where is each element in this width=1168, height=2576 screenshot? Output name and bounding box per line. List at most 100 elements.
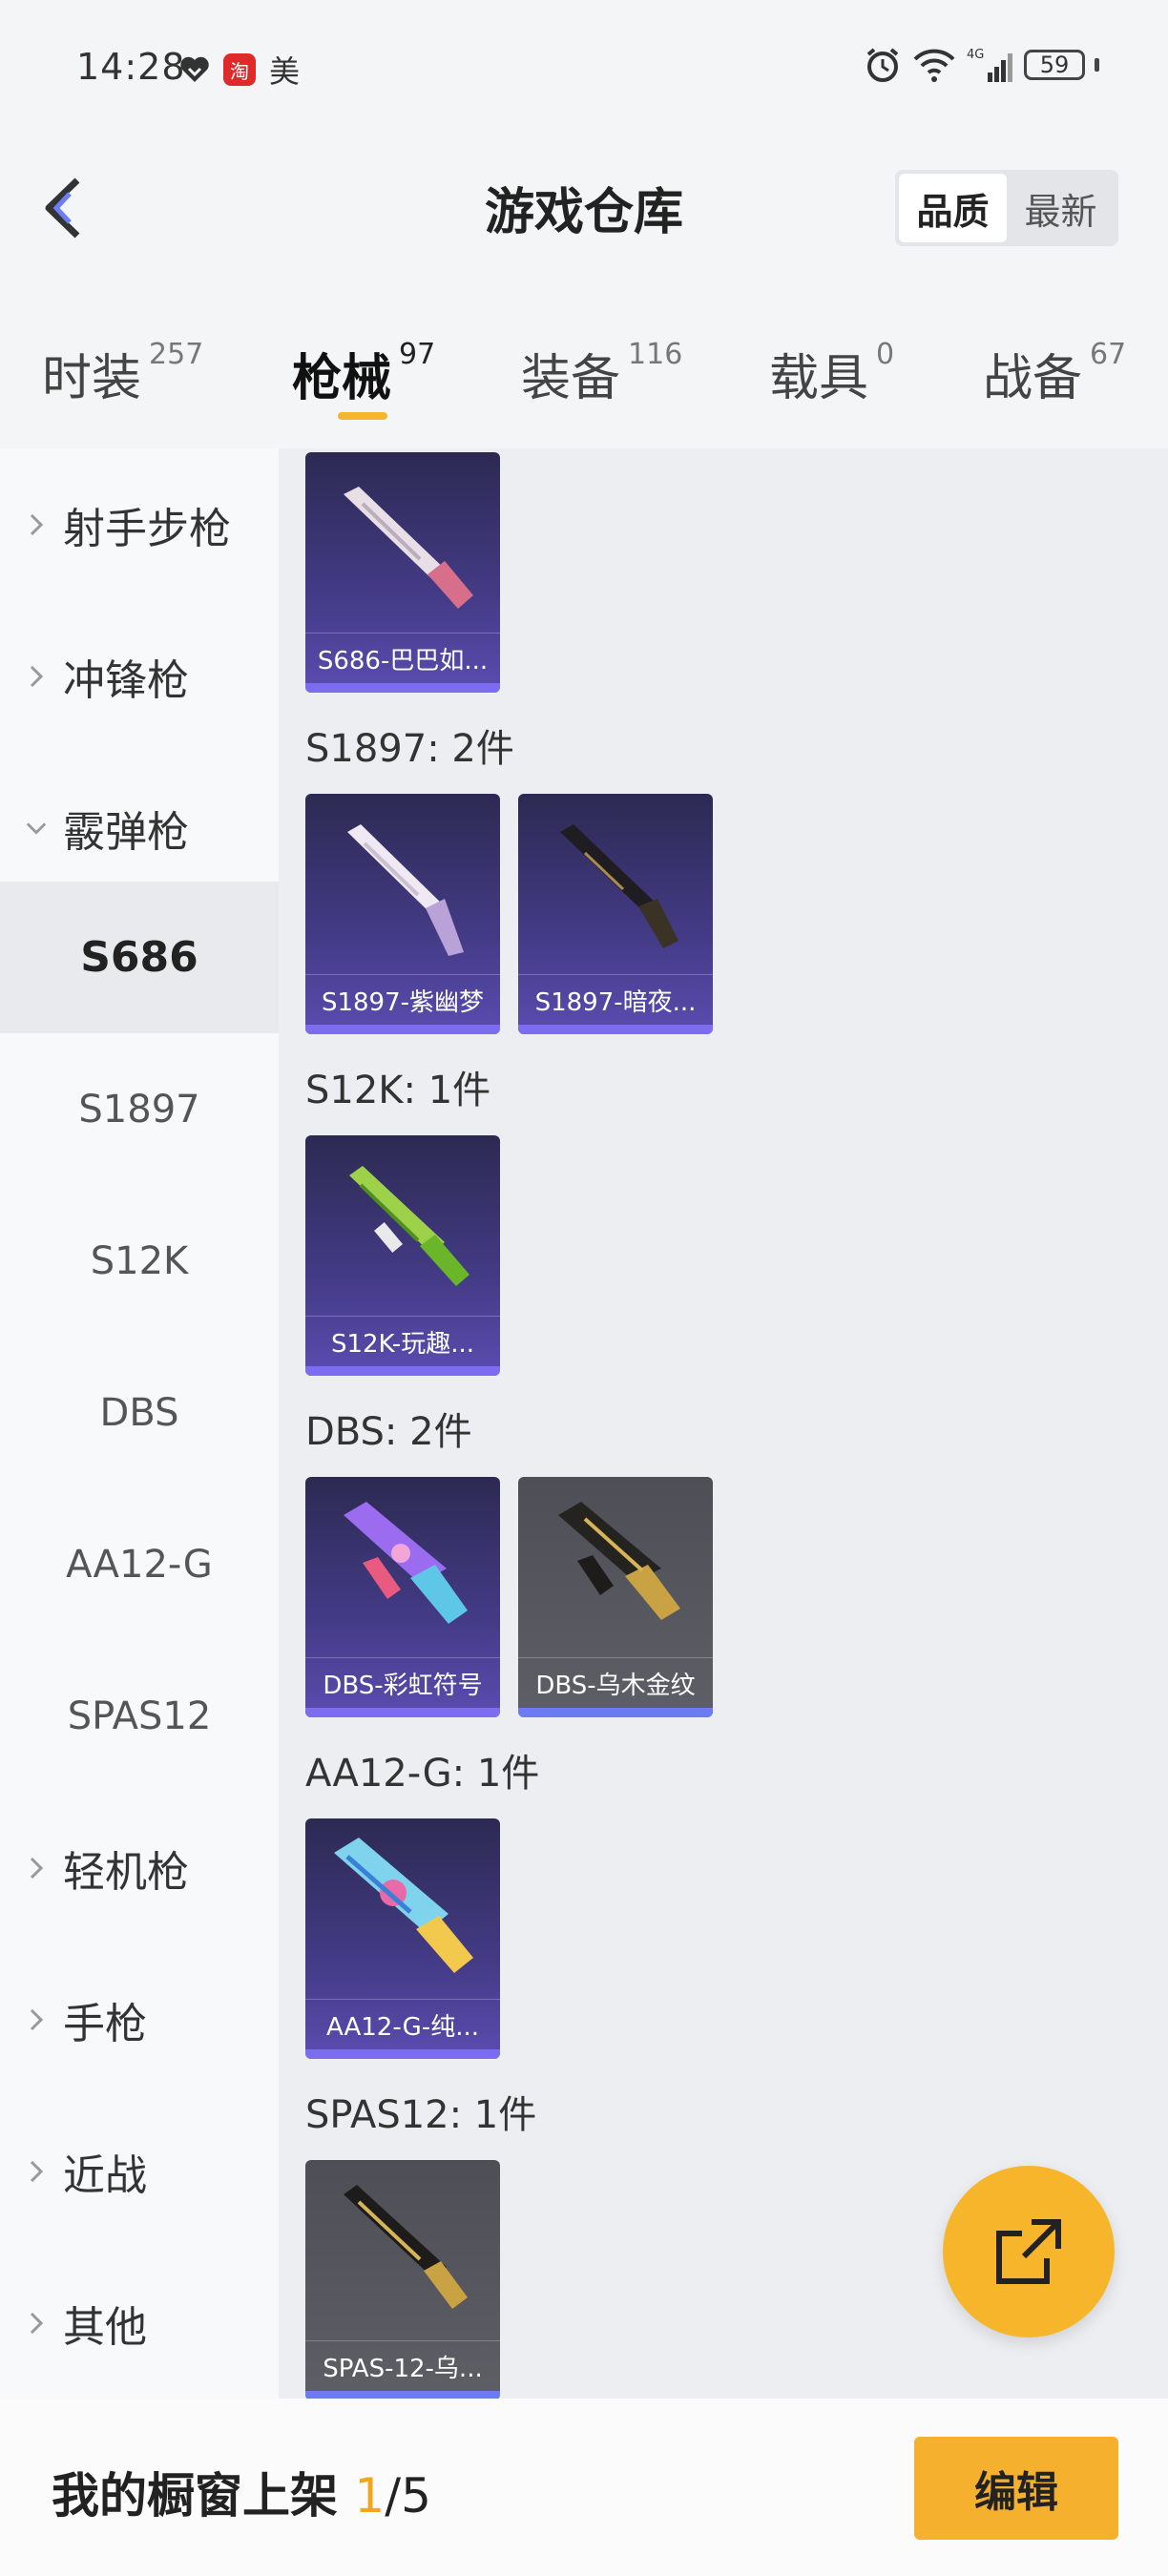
item-caption: AA12-G-纯... <box>305 1999 500 2049</box>
header: 游戏仓库 品质 最新 <box>0 118 1168 300</box>
sidebar-item-melee[interactable]: 近战 <box>0 2095 279 2247</box>
group-title: AA12-G: 1件 <box>305 1752 540 1796</box>
item-grid: S686-巴巴如... S1897: 2件 S1897-紫幽梦 S1897-暗夜… <box>279 448 1168 2399</box>
tab-count: 97 <box>399 338 436 371</box>
edit-button[interactable]: 编辑 <box>914 2437 1118 2540</box>
sidebar-item-label: 手枪 <box>63 1999 147 2048</box>
tab-fashion[interactable]: 时装 257 <box>42 338 203 409</box>
alarm-icon <box>866 48 899 82</box>
sidebar-item-pistol[interactable]: 手枪 <box>0 1943 279 2095</box>
sidebar-item-other[interactable]: 其他 <box>0 2247 279 2399</box>
tab-label: 时装 <box>42 350 142 407</box>
chevron-down-icon <box>25 821 48 836</box>
item-caption: S686-巴巴如... <box>305 633 500 683</box>
item-card[interactable]: S1897-紫幽梦 <box>305 794 500 1034</box>
item-card[interactable]: S686-巴巴如... <box>305 452 500 693</box>
rarity-bar <box>518 1708 713 1717</box>
item-caption: S1897-暗夜... <box>518 974 713 1025</box>
sidebar-subitem-s1897[interactable]: S1897 <box>0 1033 279 1185</box>
shotgun-green-icon <box>349 1166 469 1286</box>
item-card[interactable]: DBS-乌木金纹 <box>518 1477 713 1717</box>
shotgun-black-gold-icon <box>344 2185 468 2309</box>
sidebar-item-label: 轻机枪 <box>63 1847 189 1897</box>
sidebar-item-label: DBS <box>99 1390 179 1435</box>
sidebar-item-smg[interactable]: 冲锋枪 <box>0 600 279 752</box>
sidebar-item-marksman-rifle[interactable]: 射手步枪 <box>0 448 279 600</box>
item-caption: S1897-紫幽梦 <box>305 974 500 1025</box>
tab-guns[interactable]: 枪械 97 <box>292 338 435 409</box>
group-title: S12K: 1件 <box>305 1069 491 1112</box>
chevron-right-icon <box>25 664 48 689</box>
tab-supplies[interactable]: 战备 67 <box>983 338 1126 409</box>
sort-toggle: 品质 最新 <box>895 170 1118 246</box>
item-card[interactable]: S1897-暗夜... <box>518 794 713 1034</box>
sort-quality-button[interactable]: 品质 <box>899 174 1007 242</box>
sidebar-subitem-s12k[interactable]: S12K <box>0 1185 279 1337</box>
tab-label: 载具 <box>769 350 869 407</box>
rarity-bar <box>305 1025 500 1034</box>
item-caption: DBS-乌木金纹 <box>518 1657 713 1708</box>
shotgun-pink-icon <box>344 487 473 609</box>
showcase-bar: 我的橱窗上架 1/5 编辑 <box>0 2399 1168 2576</box>
item-card[interactable]: S12K-玩趣... <box>305 1135 500 1376</box>
item-caption: S12K-玩趣... <box>305 1316 500 1366</box>
active-tab-indicator <box>338 412 387 420</box>
heart-icon <box>180 56 209 82</box>
sidebar-item-label: S1897 <box>78 1087 200 1132</box>
share-external-icon <box>996 2219 1061 2284</box>
showcase-status: 我的橱窗上架 1/5 <box>52 2458 431 2526</box>
sidebar-subitem-dbs[interactable]: DBS <box>0 1337 279 1488</box>
item-card[interactable]: SPAS-12-乌... <box>305 2160 500 2399</box>
shotgun-dark-icon <box>560 824 678 948</box>
chevron-right-icon <box>25 2159 48 2184</box>
sidebar-item-label: 射手步枪 <box>63 504 231 553</box>
sidebar-subitem-aa12g[interactable]: AA12-G <box>0 1488 279 1640</box>
sidebar-item-label: AA12-G <box>66 1542 213 1587</box>
sidebar-item-label: S12K <box>90 1238 189 1283</box>
shotgun-rainbow-icon <box>344 1502 468 1624</box>
status-right-icons: 4G 59 <box>864 46 1099 84</box>
sidebar-item-label: 其他 <box>63 2302 147 2352</box>
share-button[interactable] <box>943 2166 1115 2337</box>
rarity-bar <box>305 2391 500 2399</box>
wifi-icon <box>913 49 955 82</box>
chevron-right-icon <box>25 2311 48 2336</box>
tab-count: 67 <box>1090 338 1127 371</box>
signal-icon: 4G <box>967 48 1012 82</box>
tab-label: 战备 <box>983 350 1083 407</box>
rarity-bar <box>305 683 500 693</box>
shotgun-gold-icon <box>558 1502 680 1620</box>
status-meituan-label: 美 <box>269 53 301 90</box>
status-bar: 14:28 淘 美 4G 59 <box>0 0 1168 118</box>
sidebar-item-label: 近战 <box>63 2150 147 2200</box>
sidebar-item-label: 冲锋枪 <box>63 655 189 705</box>
chevron-right-icon <box>25 2007 48 2032</box>
tab-equipment[interactable]: 装备 116 <box>521 338 682 409</box>
tab-count: 116 <box>628 338 683 371</box>
tab-vehicles[interactable]: 载具 0 <box>769 338 894 409</box>
svg-text:4G: 4G <box>967 48 984 62</box>
tab-count: 0 <box>876 338 895 371</box>
showcase-total: /5 <box>385 2468 431 2524</box>
rarity-bar <box>305 2049 500 2059</box>
sidebar: 射手步枪 冲锋枪 霰弹枪 S686 S1897 S12K DBS AA12-G … <box>0 448 279 2399</box>
sort-newest-button[interactable]: 最新 <box>1007 174 1115 242</box>
chevron-right-icon <box>25 512 48 537</box>
category-tabs: 时装 257 枪械 97 装备 116 载具 0 战备 67 <box>0 300 1168 448</box>
tab-label: 装备 <box>521 350 621 407</box>
group-title: SPAS12: 1件 <box>305 2093 537 2137</box>
group-title: DBS: 2件 <box>305 1410 472 1454</box>
sidebar-subitem-spas12[interactable]: SPAS12 <box>0 1640 279 1792</box>
sidebar-item-label: SPAS12 <box>67 1693 212 1738</box>
taobao-app-icon: 淘 <box>223 53 256 86</box>
rarity-bar <box>305 1366 500 1376</box>
sidebar-item-label: 霰弹枪 <box>63 807 189 857</box>
sidebar-item-lmg[interactable]: 轻机枪 <box>0 1792 279 1943</box>
sidebar-item-label: S686 <box>80 933 198 982</box>
shotgun-blue-icon <box>334 1838 473 1973</box>
item-caption: DBS-彩虹符号 <box>305 1657 500 1708</box>
showcase-current: 1 <box>354 2468 386 2524</box>
item-card[interactable]: AA12-G-纯... <box>305 1818 500 2059</box>
item-card[interactable]: DBS-彩虹符号 <box>305 1477 500 1717</box>
sidebar-subitem-s686[interactable]: S686 <box>0 882 279 1033</box>
